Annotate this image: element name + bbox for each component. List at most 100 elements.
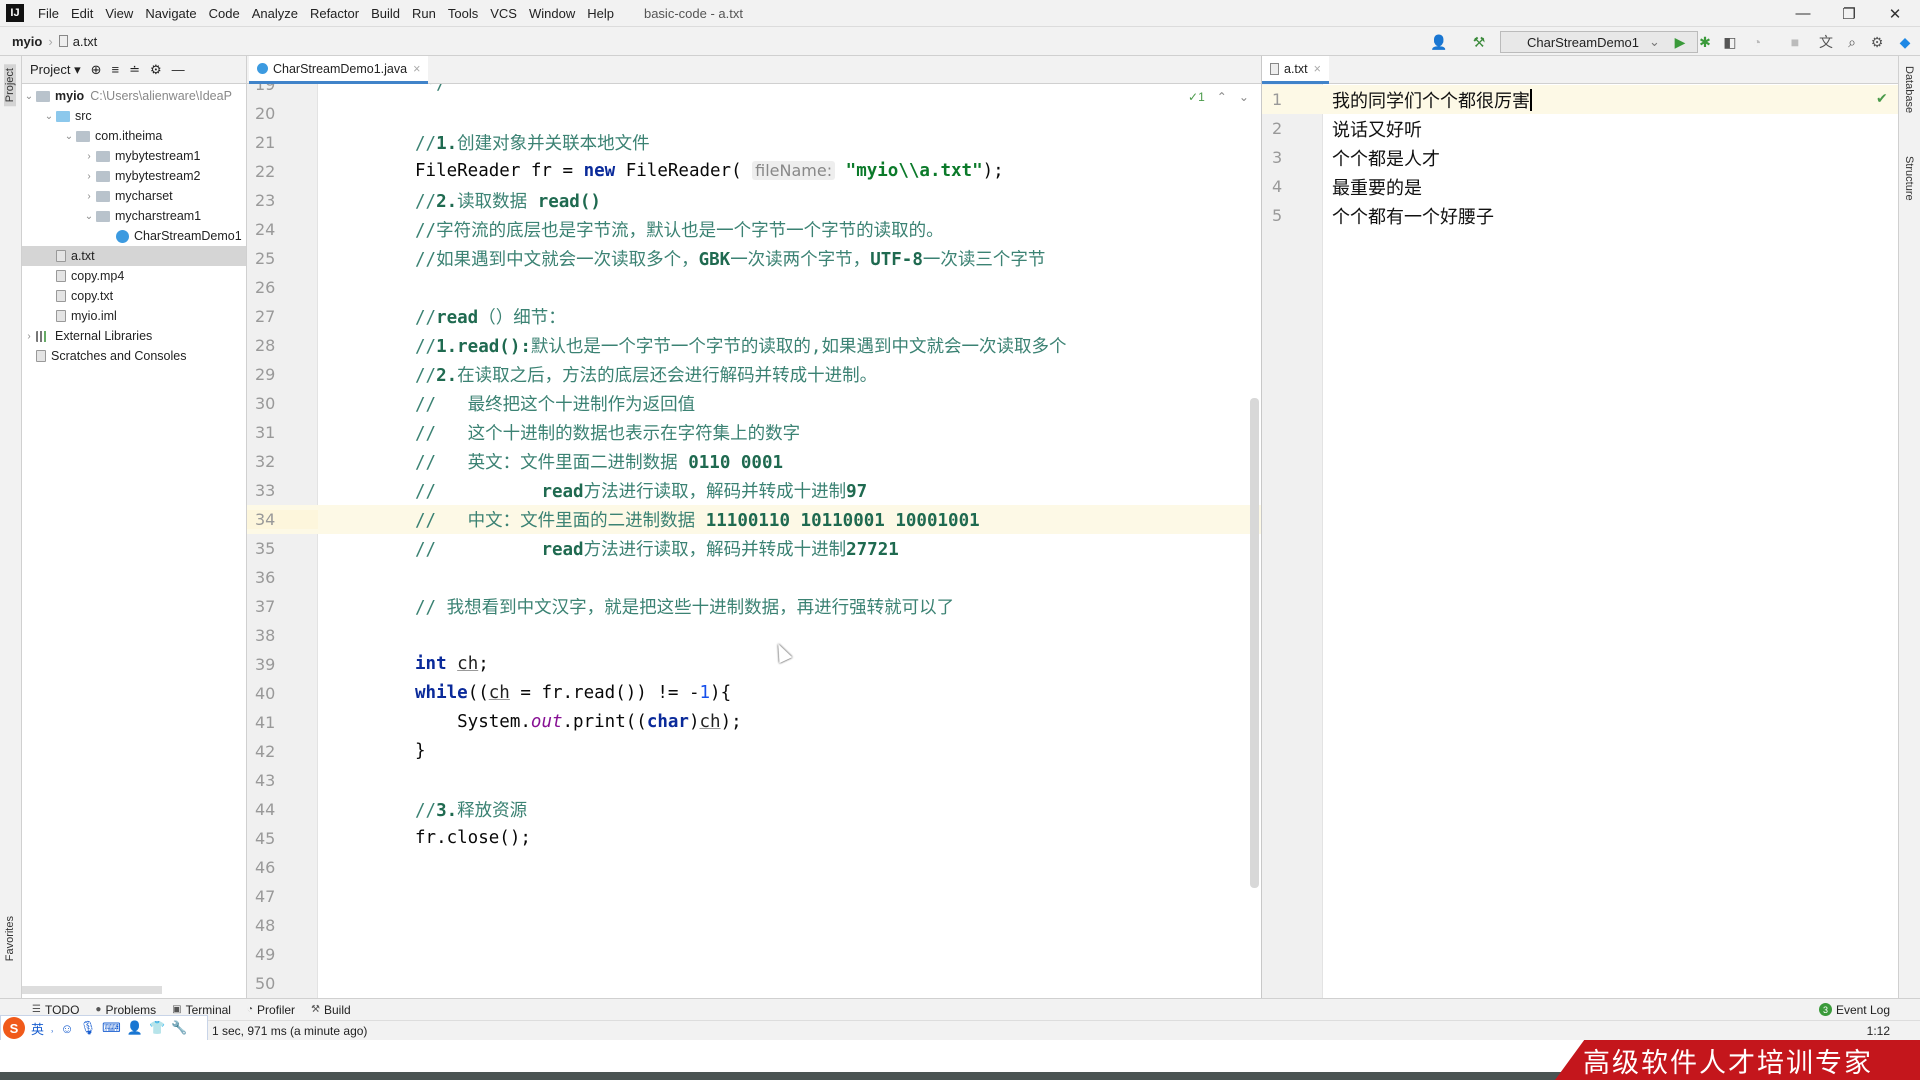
tree-item[interactable]: ⌄ com.itheima	[22, 126, 246, 146]
breadcrumb-project[interactable]: myio	[12, 34, 42, 49]
text-line[interactable]: 3 个个都是人才	[1262, 143, 1898, 172]
breadcrumb-file[interactable]: a.txt	[73, 34, 98, 49]
code-line[interactable]: 44 //3.释放资源	[247, 795, 1261, 824]
menu-file[interactable]: File	[32, 6, 65, 21]
tree-item[interactable]: › External Libraries	[22, 326, 246, 346]
code-line[interactable]: 21 //1.创建对象并关联本地文件	[247, 128, 1261, 157]
code-line[interactable]: 34// 中文：文件里面的二进制数据 11100110 10110001 100…	[247, 504, 1261, 534]
code-line[interactable]: 33 // read方法进行读取，解码并转成十进制97	[247, 476, 1261, 505]
tab-charstreamdemo1[interactable]: CharStreamDemo1.java ×	[249, 56, 429, 84]
debug-icon[interactable]: ✱	[1694, 31, 1716, 53]
code-line[interactable]: 41 System.out.print((char)ch);	[247, 708, 1261, 737]
code-line[interactable]: 45 fr.close();	[247, 824, 1261, 853]
tree-item[interactable]: copy.txt	[22, 286, 246, 306]
coverage-icon[interactable]: ◧	[1719, 31, 1741, 53]
database-tool-button[interactable]: Database	[1903, 66, 1915, 113]
code-line[interactable]: 42}	[247, 737, 1261, 766]
tree-item[interactable]: a.txt	[22, 246, 246, 266]
profiler-tool-button[interactable]: ◔ Profiler	[247, 1003, 295, 1017]
close-tab-icon[interactable]: ×	[413, 62, 420, 76]
expand-arrow-icon[interactable]: ›	[22, 331, 36, 342]
text-editor[interactable]: 1 我的同学们个个都很厉害 2 说话又好听 3 个个都是人才 4 最重要的是 5 个个都有一个好腰…	[1261, 84, 1898, 998]
structure-tool-button[interactable]: Structure	[1903, 156, 1915, 201]
emoji-icon[interactable]: ☺	[60, 1021, 73, 1036]
skin-icon[interactable]: 👕	[149, 1020, 165, 1036]
expand-arrow-icon[interactable]: ⌄	[42, 111, 56, 122]
expand-arrow-icon[interactable]: ›	[82, 171, 96, 182]
microphone-icon[interactable]: 🎙	[80, 1020, 97, 1036]
close-tab-icon[interactable]: ×	[1314, 62, 1321, 76]
hammer-icon[interactable]: ⚒	[1468, 31, 1490, 53]
menu-window[interactable]: Window	[523, 6, 581, 21]
text-line[interactable]: 1 我的同学们个个都很厉害	[1262, 85, 1898, 114]
menu-refactor[interactable]: Refactor	[304, 6, 365, 21]
profile-icon[interactable]: ◔	[1746, 31, 1768, 53]
ime-toolbar[interactable]: S 英 ˒ ☺ 🎙 ⌨ 👤 👕 🔧	[0, 1015, 208, 1041]
code-line[interactable]: 38	[247, 621, 1261, 650]
code-line[interactable]: 46	[247, 853, 1261, 882]
code-line[interactable]: 28 //1.read():默认也是一个字节一个字节的读取的,如果遇到中文就会一次…	[247, 331, 1261, 360]
run-icon[interactable]: ▶	[1669, 31, 1691, 53]
code-line[interactable]: 30 // 最终把这个十进制作为返回值	[247, 389, 1261, 418]
code-line[interactable]: 37 // 我想看到中文汉字，就是把这些十进制数据，再进行强转就可以了	[247, 592, 1261, 621]
code-line[interactable]: 48	[247, 911, 1261, 940]
stop-icon[interactable]: ■	[1784, 31, 1806, 53]
tree-item[interactable]: › mybytestream1	[22, 146, 246, 166]
code-line[interactable]: 50	[247, 969, 1261, 998]
keyboard-icon[interactable]: ⌨	[102, 1020, 121, 1036]
build-tool-button[interactable]: ⚒ Build	[311, 1003, 351, 1017]
menu-run[interactable]: Run	[406, 6, 442, 21]
project-view-select[interactable]: Project ▾	[30, 62, 81, 78]
text-line[interactable]: 2 说话又好听	[1262, 114, 1898, 143]
event-log-button[interactable]: 3 Event Log	[1818, 1003, 1890, 1017]
code-line[interactable]: 25 //如果遇到中文就会一次读取多个，GBK一次读两个字节，UTF-8一次读三个…	[247, 244, 1261, 273]
punctuation-icon[interactable]: ˒	[50, 1021, 54, 1036]
expand-all-icon[interactable]: ≡	[112, 62, 120, 77]
code-line[interactable]: 39 int ch;	[247, 650, 1261, 679]
tree-item[interactable]: copy.mp4	[22, 266, 246, 286]
menu-navigate[interactable]: Navigate	[139, 6, 202, 21]
text-line[interactable]: 4 最重要的是	[1262, 172, 1898, 201]
tree-item[interactable]: › mybytestream2	[22, 166, 246, 186]
code-line[interactable]: 23 //2.读取数据 read()	[247, 186, 1261, 215]
menu-tools[interactable]: Tools	[442, 6, 484, 21]
menu-view[interactable]: View	[99, 6, 139, 21]
expand-arrow-icon[interactable]: ⌄	[62, 131, 76, 142]
tree-item[interactable]: ⌄ src	[22, 106, 246, 126]
code-line[interactable]: 27 //read（）细节：	[247, 302, 1261, 331]
expand-arrow-icon[interactable]: ⌄	[22, 91, 36, 102]
menu-code[interactable]: Code	[203, 6, 246, 21]
code-editor[interactable]: 19 */20 21//1.创建对象并关联本地文件 22 FileReader fr …	[247, 84, 1261, 998]
menu-vcs[interactable]: VCS	[484, 6, 523, 21]
tools-icon[interactable]: 🔧	[171, 1020, 187, 1036]
menu-analyze[interactable]: Analyze	[246, 6, 304, 21]
locate-icon[interactable]: ⊕	[91, 62, 102, 78]
code-line[interactable]: 43	[247, 766, 1261, 795]
hide-icon[interactable]: —	[172, 62, 185, 77]
gear-icon[interactable]: ⚙	[150, 62, 162, 78]
vertical-scrollbar[interactable]	[1250, 398, 1259, 888]
code-line[interactable]: 22 FileReader fr = new FileReader( fileNa…	[247, 157, 1261, 186]
code-line[interactable]: 40 while((ch = fr.read()) != -1){	[247, 679, 1261, 708]
tab-a-txt[interactable]: a.txt ×	[1262, 56, 1329, 84]
menu-help[interactable]: Help	[581, 6, 620, 21]
tree-item[interactable]: ⌄ mycharstream1	[22, 206, 246, 226]
code-line[interactable]: 20	[247, 99, 1261, 128]
plugin-icon[interactable]: ◆	[1894, 31, 1916, 53]
minimize-button[interactable]: —	[1780, 0, 1826, 27]
restore-button[interactable]: ❐	[1826, 0, 1872, 27]
tree-item[interactable]: myio.iml	[22, 306, 246, 326]
collapse-all-icon[interactable]: ≐	[129, 62, 140, 78]
code-line[interactable]: 24 //字符流的底层也是字节流，默认也是一个字节一个字节的读取的。	[247, 215, 1261, 244]
code-line[interactable]: 47	[247, 882, 1261, 911]
expand-arrow-icon[interactable]: ›	[82, 151, 96, 162]
caret-position[interactable]: 1:12	[1867, 1024, 1890, 1038]
project-tool-button[interactable]: Project	[4, 64, 16, 107]
code-line[interactable]: 49	[247, 940, 1261, 969]
favorites-tool-button[interactable]: Favorites	[4, 916, 16, 961]
code-line[interactable]: 35 // read方法进行读取，解码并转成十进制27721	[247, 534, 1261, 563]
translate-icon[interactable]: 文	[1815, 31, 1837, 53]
code-line[interactable]: 19 */	[247, 84, 1261, 99]
tree-item[interactable]: CharStreamDemo1	[22, 226, 246, 246]
expand-arrow-icon[interactable]: ›	[82, 191, 96, 202]
